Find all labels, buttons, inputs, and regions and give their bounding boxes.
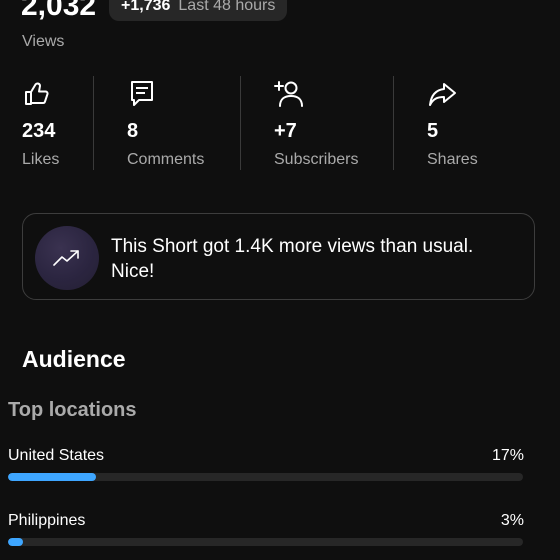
views-delta-badge: +1,736 Last 48 hours	[109, 0, 288, 21]
short-analytics-page: 2,032 +1,736 Last 48 hours Views 234 Lik…	[0, 0, 560, 560]
likes-count: 234	[22, 120, 56, 142]
location-name: Philippines	[8, 512, 86, 529]
location-row: Philippines 3%	[8, 512, 524, 552]
shares-count: 5	[427, 120, 439, 142]
views-label: Views	[22, 33, 65, 50]
share-icon	[429, 83, 456, 106]
stats-divider	[93, 76, 94, 170]
comments-count: 8	[127, 120, 139, 142]
subscribers-count: +7	[274, 120, 297, 142]
audience-title: Audience	[22, 346, 126, 372]
location-name: United States	[8, 447, 105, 464]
add-person-icon	[274, 81, 303, 107]
location-bar-fill	[8, 473, 96, 481]
location-percent: 17%	[491, 447, 524, 464]
comment-icon	[131, 81, 153, 106]
location-bar-track	[8, 538, 523, 546]
trending-up-icon	[53, 250, 79, 266]
likes-label: Likes	[22, 151, 60, 168]
stats-divider	[240, 76, 241, 170]
views-delta-value: +1,736	[121, 0, 171, 14]
stats-divider	[393, 76, 394, 170]
location-bar-track	[8, 473, 523, 481]
trend-badge	[35, 226, 99, 290]
subscribers-label: Subscribers	[274, 151, 359, 168]
location-percent: 3%	[500, 512, 524, 529]
comments-label: Comments	[127, 151, 205, 168]
location-bar-fill	[8, 538, 24, 546]
views-total: 2,032	[21, 0, 97, 22]
insight-text: This Short got 1.4K more views than usua…	[111, 236, 474, 282]
views-delta-period: Last 48 hours	[178, 0, 276, 14]
insight-card[interactable]: This Short got 1.4K more views than usua…	[22, 213, 535, 300]
shares-label: Shares	[427, 151, 478, 168]
thumbs-up-icon	[25, 82, 49, 105]
top-locations-title: Top locations	[8, 399, 137, 421]
location-row: United States 17%	[8, 447, 524, 487]
engagement-stats: 234 Likes 8 Comments +7 Subscribers 5 Sh…	[0, 76, 560, 170]
